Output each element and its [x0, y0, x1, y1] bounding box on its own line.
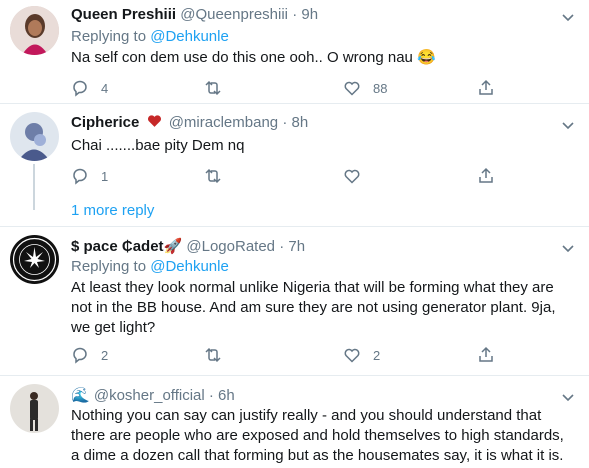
tweet-text: At least they look normal unlike Nigeria… [71, 279, 556, 336]
display-name[interactable]: Queen Preshiii [71, 6, 176, 23]
reply-icon [73, 168, 87, 185]
display-name[interactable]: $ pace ₵adet🚀 [71, 238, 182, 255]
more-replies-link[interactable]: 1 more reply [71, 202, 154, 219]
retweet-icon [205, 347, 221, 363]
retweet-button[interactable] [204, 166, 222, 186]
red-heart-emoji-icon [147, 115, 161, 127]
share-icon [479, 346, 493, 362]
reply-icon [73, 80, 87, 97]
timestamp[interactable]: 7h [288, 238, 305, 255]
reply-count: 2 [101, 347, 109, 363]
tweet-queen-preshiii[interactable]: Queen Preshiii @Queenpreshiii · 9h Reply… [0, 0, 589, 100]
heart-icon [344, 81, 360, 96]
user-handle[interactable]: @kosher_official [94, 387, 205, 404]
tweet-text: Nothing you can say can justify really -… [71, 407, 564, 464]
replying-to: Replying to @Dehkunle [71, 28, 229, 45]
like-button[interactable]: 2 [343, 345, 380, 365]
tweet-header: Queen Preshiii @Queenpreshiii · 9h [71, 6, 318, 23]
share-icon [479, 167, 493, 183]
share-button[interactable] [477, 345, 495, 365]
separator-dot: · [208, 387, 214, 404]
reply-icon [73, 347, 87, 364]
avatar-image [10, 235, 59, 284]
avatar[interactable] [10, 6, 59, 55]
separator-dot: · [282, 114, 288, 131]
reply-count: 1 [101, 168, 109, 184]
tweet-space-cadet[interactable]: $ pace ₵adet🚀 @LogoRated · 7h Replying t… [0, 227, 589, 375]
like-count: 2 [373, 347, 381, 363]
user-handle[interactable]: @Queenpreshiii [180, 6, 288, 23]
like-count: 88 [373, 80, 388, 96]
avatar-image [10, 384, 59, 433]
reply-button[interactable]: 1 [71, 166, 108, 186]
like-button[interactable] [343, 166, 361, 186]
heart-icon [344, 348, 360, 363]
display-name[interactable]: 🌊 [71, 387, 94, 404]
avatar[interactable] [10, 235, 59, 284]
replying-to-link[interactable]: @Dehkunle [150, 28, 229, 45]
retweet-icon [205, 168, 221, 184]
timestamp[interactable]: 9h [301, 6, 318, 23]
tweet-actions: 4 88 [71, 78, 501, 98]
share-button[interactable] [477, 78, 495, 98]
chevron-down-icon[interactable] [559, 8, 577, 26]
user-handle[interactable]: @miraclembang [169, 114, 278, 131]
tweet-actions: 2 2 [71, 345, 501, 365]
like-button[interactable]: 88 [343, 78, 387, 98]
retweet-button[interactable] [204, 78, 234, 98]
reply-count: 4 [101, 80, 109, 96]
chevron-down-icon[interactable] [559, 239, 577, 257]
avatar[interactable] [10, 112, 59, 161]
replying-prefix: Replying to [71, 258, 151, 275]
share-button[interactable] [477, 166, 495, 186]
timestamp[interactable]: 6h [218, 387, 235, 404]
chevron-down-icon[interactable] [559, 388, 577, 406]
heart-icon [344, 169, 360, 184]
tweet-text: Chai .......bae pity Dem nq [71, 137, 245, 154]
share-icon [479, 79, 493, 95]
tweet-header: Cipherice @miraclembang · 8h [71, 114, 308, 131]
retweet-button[interactable] [204, 345, 222, 365]
tweet-actions: 1 [71, 166, 501, 186]
tweet-text: Na self con dem use do this one ooh.. O … [71, 49, 436, 66]
user-handle[interactable]: @LogoRated [186, 238, 275, 255]
display-name[interactable]: Cipherice [71, 114, 139, 131]
separator-dot: · [279, 238, 285, 255]
avatar[interactable] [10, 384, 59, 433]
tweet-header: $ pace ₵adet🚀 @LogoRated · 7h [71, 237, 305, 255]
tweet-kosher-official[interactable]: 🌊 @kosher_official · 6h Nothing you can … [0, 376, 589, 468]
reply-button[interactable]: 2 [71, 345, 108, 365]
timestamp[interactable]: 8h [291, 114, 308, 131]
separator-dot: · [292, 6, 298, 23]
thread-line [33, 164, 35, 210]
avatar-image [10, 112, 59, 161]
replying-to-link[interactable]: @Dehkunle [150, 258, 229, 275]
avatar-image [10, 6, 59, 55]
reply-button[interactable]: 4 [71, 78, 108, 98]
chevron-down-icon[interactable] [559, 116, 577, 134]
retweet-icon [205, 80, 221, 96]
tweet-cipherice[interactable]: Cipherice @miraclembang · 8h Chai ......… [0, 104, 589, 224]
replying-to: Replying to @Dehkunle [71, 258, 229, 275]
replying-prefix: Replying to [71, 28, 151, 45]
tweet-header: 🌊 @kosher_official · 6h [71, 386, 235, 404]
